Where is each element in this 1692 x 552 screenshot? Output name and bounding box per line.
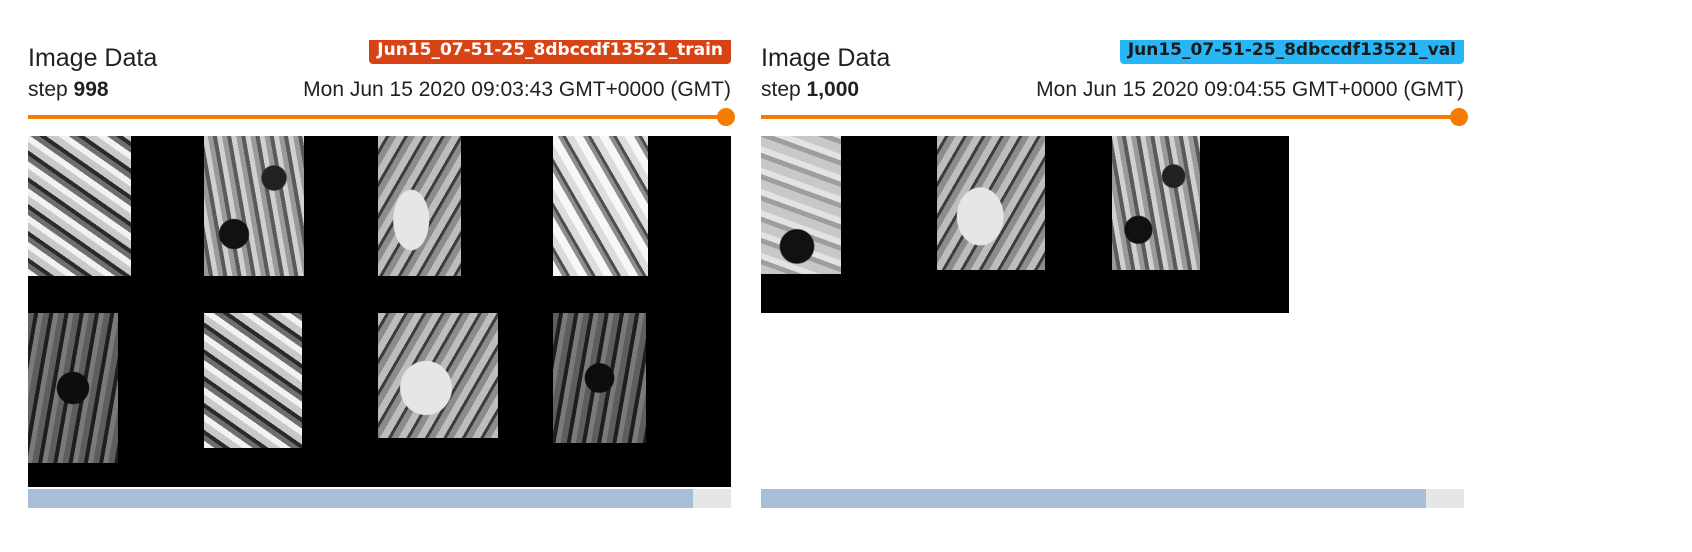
image-tile bbox=[204, 136, 304, 276]
step-text: step bbox=[761, 78, 801, 101]
image-card-train: Jun15_07-51-25_8dbccdf13521_train Image … bbox=[28, 40, 735, 510]
image-tile bbox=[378, 313, 498, 438]
image-tile bbox=[553, 313, 646, 443]
step-value: 998 bbox=[73, 78, 109, 101]
step-text: step bbox=[28, 78, 68, 101]
run-name-badge: Jun15_07-51-25_8dbccdf13521_train bbox=[369, 40, 731, 64]
tag-title: Image Data bbox=[28, 44, 158, 72]
slider-track[interactable] bbox=[28, 115, 731, 119]
slider-track[interactable] bbox=[761, 115, 1464, 119]
image-tile bbox=[204, 313, 302, 448]
image-display bbox=[28, 136, 731, 487]
run-name-badge: Jun15_07-51-25_8dbccdf13521_val bbox=[1119, 40, 1464, 64]
slider-thumb[interactable] bbox=[1450, 108, 1468, 126]
step-slider[interactable] bbox=[28, 108, 735, 126]
step-slider[interactable] bbox=[761, 108, 1468, 126]
scrollbar-thumb[interactable] bbox=[28, 489, 694, 508]
image-tile bbox=[28, 136, 131, 276]
horizontal-scrollbar[interactable] bbox=[28, 489, 731, 508]
wall-time: Mon Jun 15 2020 09:03:43 GMT+0000 (GMT) bbox=[303, 78, 731, 101]
horizontal-scrollbar[interactable] bbox=[761, 489, 1464, 508]
scrollbar-thumb[interactable] bbox=[761, 489, 1427, 508]
wall-time: Mon Jun 15 2020 09:04:55 GMT+0000 (GMT) bbox=[1036, 78, 1464, 101]
image-card-val: Jun15_07-51-25_8dbccdf13521_val Image Da… bbox=[761, 40, 1468, 510]
image-tile bbox=[28, 313, 118, 463]
step-value: 1,000 bbox=[806, 78, 860, 101]
image-tile bbox=[937, 136, 1045, 270]
image-tile bbox=[553, 136, 648, 276]
step-label: step 998 bbox=[28, 78, 109, 102]
slider-thumb[interactable] bbox=[717, 108, 735, 126]
tag-title: Image Data bbox=[761, 44, 891, 72]
step-label: step 1,000 bbox=[761, 78, 859, 102]
image-tile bbox=[1112, 136, 1200, 270]
image-tile bbox=[378, 136, 461, 276]
image-display bbox=[761, 136, 1289, 313]
image-tile bbox=[761, 136, 841, 274]
